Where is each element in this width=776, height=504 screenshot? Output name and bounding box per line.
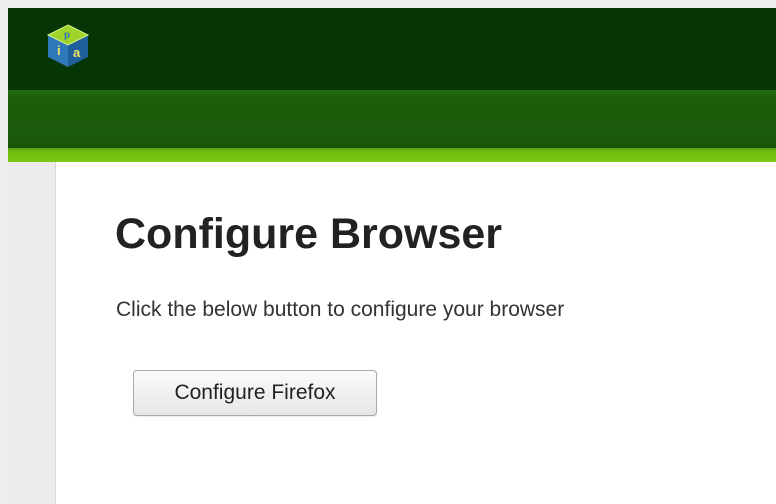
browser-window: i p a Configure Browser Click the below … xyxy=(0,0,776,504)
svg-text:i: i xyxy=(57,43,61,58)
sidebar xyxy=(8,162,56,504)
page-description: Click the below button to configure your… xyxy=(116,298,565,321)
navigation-bar xyxy=(8,90,776,148)
accent-stripe xyxy=(8,148,776,162)
main-content: Configure Browser Click the below button… xyxy=(57,162,776,504)
top-header: i p a xyxy=(8,8,776,90)
page-title: Configure Browser xyxy=(115,210,503,258)
svg-text:p: p xyxy=(64,30,70,41)
configure-firefox-button[interactable]: Configure Firefox xyxy=(133,370,377,416)
svg-text:a: a xyxy=(73,45,81,60)
ipa-cube-logo-icon[interactable]: i p a xyxy=(44,22,92,70)
